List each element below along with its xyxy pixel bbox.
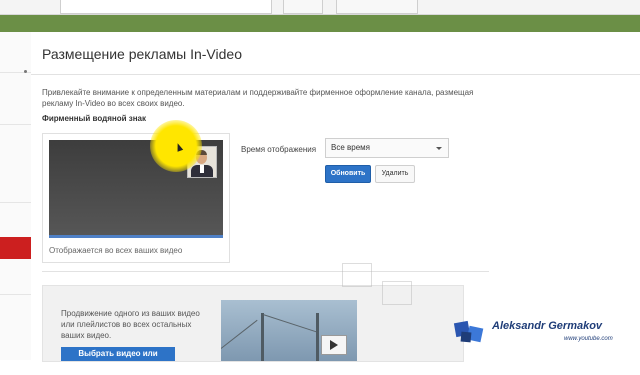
bridge-tower — [261, 313, 264, 361]
logo-icon — [453, 320, 484, 343]
toolbar-button[interactable] — [283, 0, 323, 14]
watermark-section-title: Фирменный водяной знак — [42, 114, 146, 123]
chevron-down-icon — [436, 147, 442, 150]
decor-square — [382, 281, 412, 305]
watermark-brand-name: Aleksandr Germakov — [492, 320, 603, 332]
main-content: Размещение рекламы In-Video Привлекайте … — [31, 32, 640, 372]
sidebar-item-active[interactable] — [0, 237, 31, 259]
sidebar-divider — [0, 124, 31, 125]
choose-video-button[interactable]: Выбрать видео или плейлист — [61, 347, 175, 372]
update-button[interactable]: Обновить — [325, 165, 371, 183]
video-progress-bar — [49, 235, 223, 238]
promo-text: Продвижение одного из ваших видео или пл… — [61, 309, 200, 340]
toolbar-button[interactable] — [336, 0, 418, 14]
header-bar — [0, 15, 640, 32]
sidebar-dot — [24, 70, 27, 73]
watermark-preview-card: Отображается во всех ваших видео — [42, 133, 230, 263]
play-icon-triangle — [330, 340, 338, 350]
bridge-tower — [316, 313, 319, 361]
avatar — [200, 165, 204, 173]
display-time-select[interactable]: Все время — [325, 138, 449, 158]
display-time-value: Все время — [331, 143, 370, 152]
bridge-cable — [262, 314, 317, 333]
page-title: Размещение рекламы In-Video — [42, 46, 242, 62]
sidebar-divider — [0, 294, 31, 295]
decorative-shapes — [342, 263, 426, 327]
search-box[interactable] — [60, 0, 272, 14]
watermark-brand-url: www.youtube.com — [564, 336, 613, 342]
sidebar-divider — [0, 202, 31, 203]
browser-toolbar — [0, 0, 640, 15]
sidebar — [0, 32, 32, 360]
delete-button[interactable]: Удалить — [375, 165, 415, 183]
display-time-label: Время отображения — [241, 145, 317, 154]
play-icon[interactable] — [321, 335, 347, 355]
bridge-cable — [221, 319, 258, 349]
promo-video-thumbnail[interactable] — [221, 300, 357, 361]
decor-square — [342, 263, 372, 287]
divider — [31, 74, 640, 75]
watermark-caption: Отображается во всех ваших видео — [49, 246, 183, 255]
page-description: Привлекайте внимание к определенным мате… — [42, 88, 474, 108]
